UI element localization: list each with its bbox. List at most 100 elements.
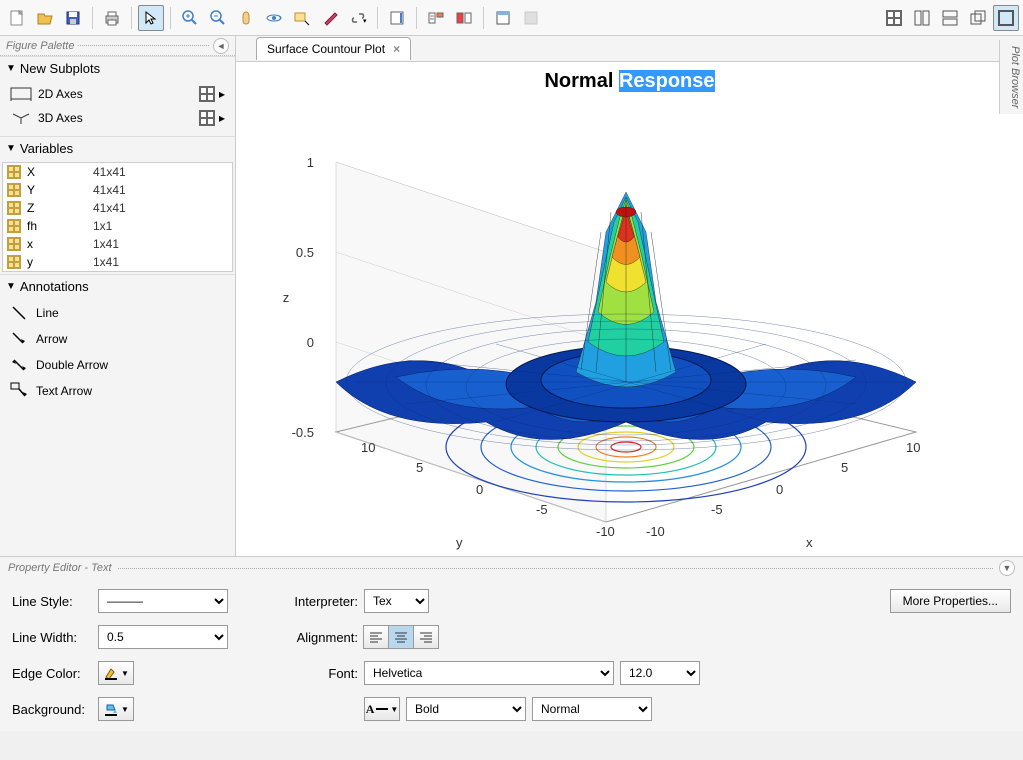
edge-color-label: Edge Color: (12, 666, 92, 681)
palette-header: Figure Palette ◄ (0, 36, 235, 56)
property-editor-title: Property Editor - Text (8, 562, 112, 574)
font-family-select[interactable]: Helvetica (364, 661, 614, 685)
open-file-button[interactable] (32, 5, 58, 31)
annotation-double-arrow[interactable]: Double Arrow (4, 352, 231, 378)
section-label: Variables (20, 141, 73, 156)
layout-cols-button[interactable] (909, 5, 935, 31)
new-file-button[interactable] (4, 5, 30, 31)
font-angle-select[interactable]: Normal (532, 697, 652, 721)
palette-title: Figure Palette (6, 40, 74, 52)
section-annotations[interactable]: ▼ Annotations (0, 274, 235, 298)
print-button[interactable] (99, 5, 125, 31)
dock-button (518, 5, 544, 31)
pointer-button[interactable] (138, 5, 164, 31)
align-right-button[interactable] (413, 625, 439, 649)
svg-text:-5: -5 (536, 502, 548, 517)
align-center-button[interactable] (388, 625, 414, 649)
variable-row[interactable]: Z41x41 (3, 199, 232, 217)
background-label: Background: (12, 702, 92, 717)
new-window-button[interactable] (490, 5, 516, 31)
svg-text:-10: -10 (646, 524, 665, 539)
subplot-2d-axes[interactable]: 2D Axes ▸ (4, 82, 231, 106)
triangle-down-icon: ▼ (6, 143, 16, 154)
tab-close-button[interactable]: × (393, 42, 400, 56)
insert-legend-button[interactable] (423, 5, 449, 31)
triangle-down-icon: ▼ (6, 63, 16, 74)
variable-row[interactable]: x1x41 (3, 235, 232, 253)
edge-color-button[interactable]: ▼ (98, 661, 134, 685)
plot-browser-tab[interactable]: Plot Browser (999, 40, 1023, 114)
svg-text:0: 0 (476, 482, 483, 497)
matrix-icon (7, 201, 21, 215)
property-editor-collapse-button[interactable]: ▼ (999, 560, 1015, 576)
plot-tab[interactable]: Surface Countour Plot × (256, 37, 411, 60)
triangle-down-icon: ▼ (6, 281, 16, 292)
svg-text:-0.5: -0.5 (292, 425, 314, 440)
svg-text:y: y (456, 535, 463, 550)
text-arrow-icon (10, 382, 28, 400)
subplot-3d-axes[interactable]: 3D Axes ▸ (4, 106, 231, 130)
svg-text:x: x (806, 535, 813, 550)
annotation-text-arrow[interactable]: Text Arrow (4, 378, 231, 404)
annotation-arrow[interactable]: Arrow (4, 326, 231, 352)
chevron-right-icon[interactable]: ▸ (219, 111, 225, 125)
align-left-button[interactable] (363, 625, 389, 649)
save-button[interactable] (60, 5, 86, 31)
interpreter-select[interactable]: Tex (364, 589, 429, 613)
tab-label: Surface Countour Plot (267, 42, 385, 56)
annotation-line[interactable]: Line (4, 300, 231, 326)
line-icon (10, 304, 28, 322)
svg-text:0: 0 (776, 482, 783, 497)
insert-colorbar-button[interactable] (384, 5, 410, 31)
main-toolbar: ▾ (0, 0, 1023, 36)
zoom-in-button[interactable] (177, 5, 203, 31)
svg-text:0: 0 (307, 335, 314, 350)
svg-text:5: 5 (416, 460, 423, 475)
font-size-select[interactable]: 12.0 (620, 661, 700, 685)
svg-text:10: 10 (361, 440, 375, 455)
data-cursor-button[interactable] (289, 5, 315, 31)
font-weight-select[interactable]: Bold (406, 697, 526, 721)
brush-button[interactable] (317, 5, 343, 31)
svg-text:z: z (283, 290, 290, 305)
more-properties-button[interactable]: More Properties... (890, 589, 1011, 613)
layout-rows-button[interactable] (937, 5, 963, 31)
grid-icon[interactable] (199, 86, 215, 102)
section-new-subplots[interactable]: ▼ New Subplots (0, 56, 235, 80)
variable-row[interactable]: fh1x1 (3, 217, 232, 235)
variables-list: X41x41 Y41x41 Z41x41 fh1x1 x1x41 y1x41 (2, 162, 233, 272)
variable-row[interactable]: Y41x41 (3, 181, 232, 199)
plot-canvas[interactable]: Normal Response (236, 62, 1023, 556)
double-arrow-icon (10, 356, 28, 374)
section-label: Annotations (20, 279, 89, 294)
undock-button[interactable] (965, 5, 991, 31)
svg-text:1: 1 (307, 155, 314, 170)
rotate3d-button[interactable] (261, 5, 287, 31)
background-button[interactable]: ▼ (98, 697, 134, 721)
line-width-label: Line Width: (12, 630, 92, 645)
line-width-select[interactable]: 0.5 (98, 625, 228, 649)
link-button[interactable]: ▾ (345, 5, 371, 31)
pan-button[interactable] (233, 5, 259, 31)
surface-plot: -0.5 0 0.5 1 z 10 5 0 -5 -10 y -10 -5 0 (266, 102, 966, 562)
matrix-icon (7, 165, 21, 179)
axes3d-icon (10, 111, 32, 125)
section-variables[interactable]: ▼ Variables (0, 136, 235, 160)
layout-grid-button[interactable] (881, 5, 907, 31)
svg-text:-10: -10 (596, 524, 615, 539)
grid-icon[interactable] (199, 110, 215, 126)
matrix-icon (7, 183, 21, 197)
palette-collapse-button[interactable]: ◄ (213, 38, 229, 54)
matrix-icon (7, 255, 21, 269)
plot-title[interactable]: Normal Response (544, 70, 714, 93)
figure-palette-panel: Figure Palette ◄ ▼ New Subplots 2D Axes … (0, 36, 236, 556)
hide-tools-button[interactable] (451, 5, 477, 31)
maximize-button[interactable] (993, 5, 1019, 31)
font-color-button[interactable]: A▼ (364, 697, 400, 721)
line-style-select[interactable]: ——— (98, 589, 228, 613)
zoom-out-button[interactable] (205, 5, 231, 31)
chevron-right-icon[interactable]: ▸ (219, 87, 225, 101)
variable-row[interactable]: y1x41 (3, 253, 232, 271)
variable-row[interactable]: X41x41 (3, 163, 232, 181)
interpreter-label: Interpreter: (278, 594, 358, 609)
